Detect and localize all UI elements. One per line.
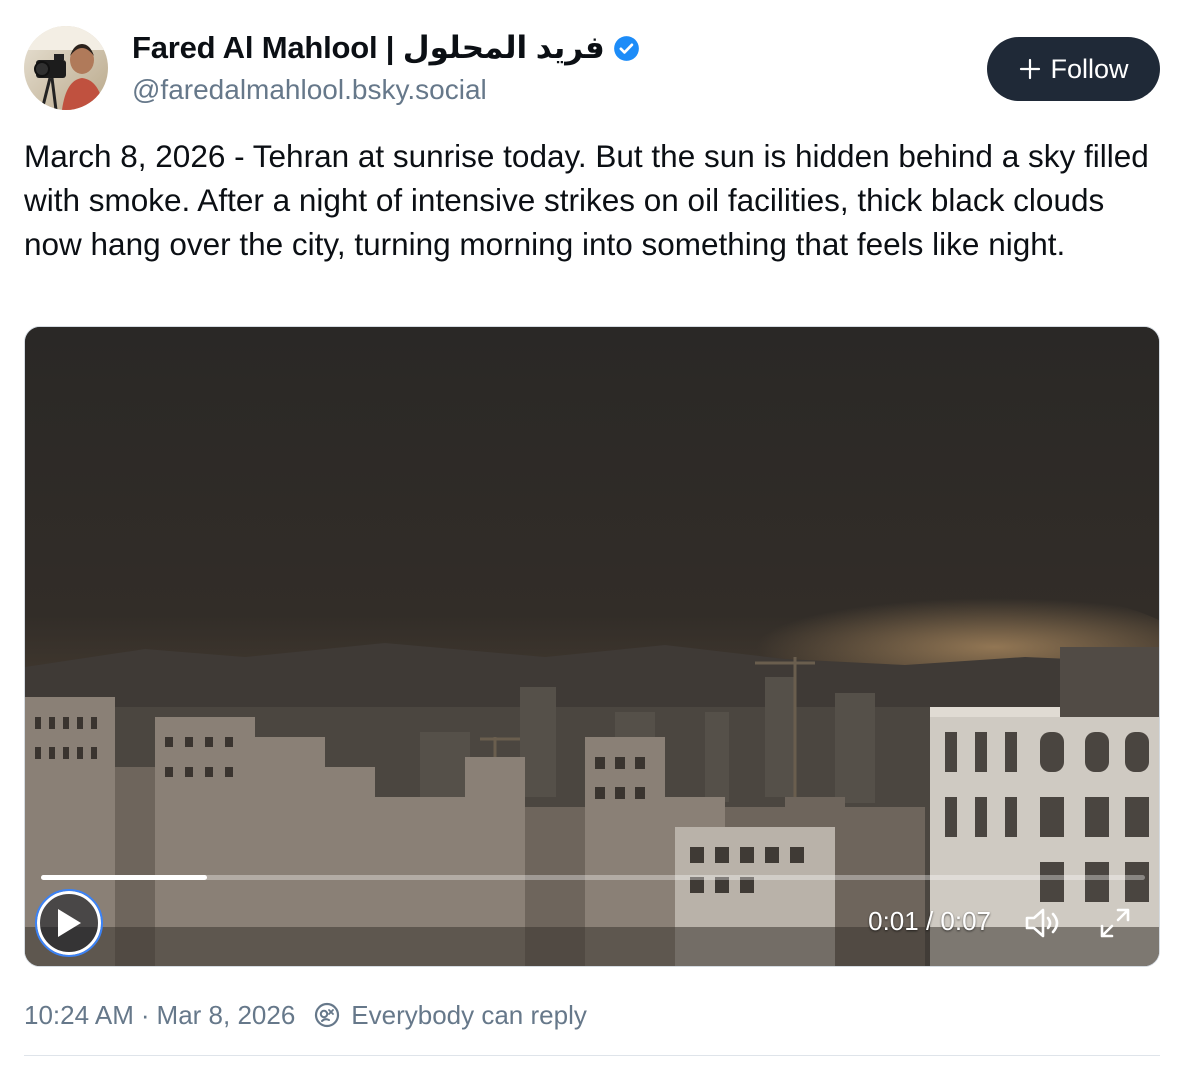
verified-check-icon[interactable] (613, 35, 640, 62)
video-progress-fill (41, 875, 207, 880)
video-duration: 0:07 (940, 906, 991, 936)
video-progress-bar[interactable] (41, 875, 1145, 880)
fullscreen-icon (1100, 908, 1130, 938)
plus-icon (1020, 58, 1041, 80)
video-frame (25, 327, 1159, 966)
video-current-time: 0:01 (868, 906, 919, 936)
video-time: 0:01 / 0:07 (868, 906, 991, 936)
post-text: March 8, 2026 - Tehran at sunrise today.… (24, 138, 1149, 262)
author-name-row: Fared Al Mahlool | فريد المحلول (132, 28, 640, 68)
reply-setting-label: Everybody can reply (351, 999, 587, 1030)
follow-button[interactable]: Follow (987, 37, 1160, 101)
author-display-name[interactable]: Fared Al Mahlool | فريد المحلول (132, 30, 605, 66)
meta-separator: · (140, 999, 150, 1030)
post-date[interactable]: Mar 8, 2026 (157, 1000, 296, 1031)
fullscreen-button[interactable] (1093, 903, 1137, 943)
reply-setting[interactable]: Everybody can reply (313, 1000, 587, 1031)
author-handle[interactable]: @faredalmahlool.bsky.social (132, 74, 487, 106)
avatar[interactable] (24, 26, 108, 110)
reply-settings-icon (315, 1002, 340, 1028)
post-time[interactable]: 10:24 AM (24, 1000, 134, 1031)
post-meta: 10:24 AM · Mar 8, 2026 Everybody can rep… (24, 998, 587, 1032)
post-card: Fared Al Mahlool | فريد المحلول @faredal… (0, 0, 1186, 1082)
video-player[interactable]: 0:01 / 0:07 (24, 326, 1160, 967)
play-icon (58, 909, 81, 937)
play-button[interactable] (35, 889, 103, 957)
volume-icon (1025, 908, 1059, 938)
mute-button[interactable] (1021, 903, 1065, 943)
avatar-photo (24, 26, 108, 110)
divider (24, 1055, 1160, 1056)
follow-button-label: Follow (1050, 53, 1129, 84)
